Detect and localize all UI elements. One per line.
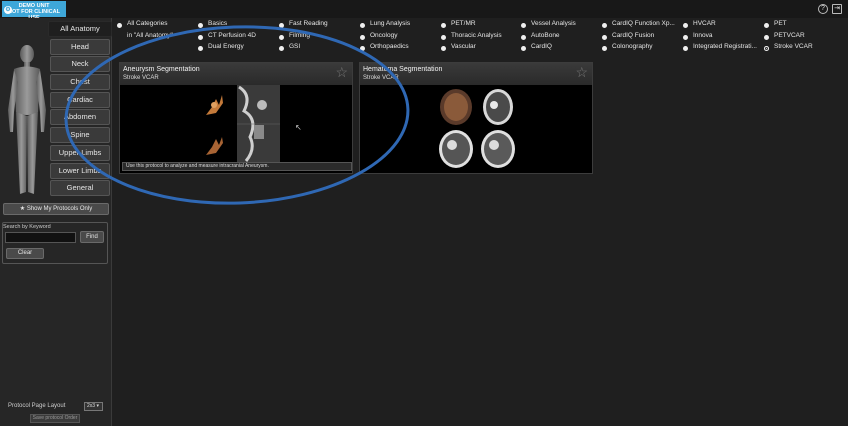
category-label[interactable]: PETVCAR: [774, 32, 805, 39]
help-icon[interactable]: ?: [818, 4, 828, 14]
search-input[interactable]: [5, 232, 76, 243]
category-radio[interactable]: [279, 46, 284, 51]
category-radio[interactable]: [279, 23, 284, 28]
category-label[interactable]: Innova: [693, 32, 713, 39]
card-title: Aneurysm Segmentation: [123, 66, 200, 73]
category-label[interactable]: Filming: [289, 32, 310, 39]
category-radio[interactable]: [279, 35, 284, 40]
show-my-protocols-button[interactable]: ★ Show My Protocols Only: [3, 203, 109, 215]
body-figure-icon: [8, 45, 46, 194]
layout-select-value: 2x3: [87, 403, 96, 409]
category-radio[interactable]: [764, 35, 769, 40]
card-subtitle: Stroke VCAR: [123, 75, 159, 81]
demo-badge: ⚙ DEMO UNIT NOT FOR CLINICAL USE: [2, 1, 66, 21]
favorite-star-icon[interactable]: ☆: [575, 65, 588, 79]
category-radio[interactable]: [521, 46, 526, 51]
category-label[interactable]: Thoracic Analysis: [451, 32, 502, 39]
category-label[interactable]: PET/MR: [451, 20, 476, 27]
category-radio[interactable]: [441, 23, 446, 28]
category-label[interactable]: Fast Reading: [289, 20, 328, 27]
category-label[interactable]: All Categories: [127, 20, 167, 27]
category-radio[interactable]: [683, 35, 688, 40]
category-label[interactable]: CardIQ Function Xp...: [612, 20, 675, 27]
category-label[interactable]: AutoBone: [531, 32, 560, 39]
card-title: Hematoma Segmentation: [363, 66, 443, 73]
demo-icon: ⚙: [4, 6, 12, 14]
category-radio[interactable]: [441, 46, 446, 51]
category-radio[interactable]: [602, 46, 607, 51]
category-label[interactable]: CT Perfusion 4D: [208, 32, 256, 39]
card-description: Use this protocol to analyze and measure…: [122, 162, 352, 171]
category-label[interactable]: Basics: [208, 20, 227, 27]
tab-spine[interactable]: Spine: [50, 127, 110, 143]
find-button[interactable]: Find: [80, 231, 104, 243]
category-label[interactable]: Oncology: [370, 32, 397, 39]
mouse-cursor-icon: ↖: [295, 123, 302, 132]
category-radio[interactable]: [683, 46, 688, 51]
tab-chest[interactable]: Chest: [50, 74, 110, 90]
category-label[interactable]: PET: [774, 20, 787, 27]
category-radio[interactable]: [521, 23, 526, 28]
category-radio[interactable]: [360, 35, 365, 40]
category-label[interactable]: CardIQ Fusion: [612, 32, 654, 39]
category-radio[interactable]: [764, 46, 769, 51]
category-radio[interactable]: [602, 23, 607, 28]
category-radio[interactable]: [521, 35, 526, 40]
tab-abdomen[interactable]: Abdomen: [50, 109, 110, 125]
card-header: Hematoma Segmentation Stroke VCAR ☆: [360, 63, 592, 85]
category-label[interactable]: Lung Analysis: [370, 20, 410, 27]
favorite-star-icon[interactable]: ☆: [335, 65, 348, 79]
category-radio[interactable]: [360, 23, 365, 28]
show-my-protocols-label: Show My Protocols Only: [26, 206, 93, 212]
protocol-card-aneurysm[interactable]: Aneurysm Segmentation Stroke VCAR ☆ ↖ Us…: [119, 62, 353, 174]
top-bar: ⚙ DEMO UNIT NOT FOR CLINICAL USE ? ⇥: [0, 0, 848, 21]
layout-select[interactable]: 2x3 ▾: [84, 402, 103, 411]
category-label[interactable]: Orthopaedics: [370, 43, 409, 50]
search-label: Search by Keyword: [3, 224, 51, 230]
category-label[interactable]: Colonography: [612, 43, 652, 50]
category-label[interactable]: Dual Energy: [208, 43, 244, 50]
category-radio[interactable]: [683, 23, 688, 28]
exit-icon[interactable]: ⇥: [832, 4, 842, 14]
category-radio[interactable]: [198, 46, 203, 51]
tab-neck[interactable]: Neck: [50, 56, 110, 72]
category-radio[interactable]: [441, 35, 446, 40]
category-label[interactable]: Integrated Registrati...: [693, 43, 757, 50]
tab-cardiac[interactable]: Cardiac: [50, 92, 110, 108]
tab-lower-limbs[interactable]: Lower Limbs: [50, 163, 110, 179]
category-label[interactable]: Vessel Analysis: [531, 20, 576, 27]
clear-button[interactable]: Clear: [6, 248, 44, 259]
category-label[interactable]: HVCAR: [693, 20, 716, 27]
category-sub-label: in "All Anatomy": [127, 32, 173, 39]
tab-all-anatomy[interactable]: All Anatomy: [48, 21, 112, 37]
category-radio[interactable]: [198, 35, 203, 40]
save-protocol-order-button[interactable]: Save protocol Order: [30, 414, 80, 423]
category-radio[interactable]: [198, 23, 203, 28]
category-label[interactable]: GSI: [289, 43, 300, 50]
tab-head[interactable]: Head: [50, 39, 110, 55]
aneurysm-preview-image: [192, 85, 282, 163]
hematoma-preview-image: [436, 87, 520, 171]
card-header: Aneurysm Segmentation Stroke VCAR ☆: [120, 63, 352, 85]
category-radio[interactable]: [360, 46, 365, 51]
category-label[interactable]: Stroke VCAR: [774, 43, 813, 50]
protocol-card-hematoma[interactable]: Hematoma Segmentation Stroke VCAR ☆: [359, 62, 593, 174]
category-label[interactable]: Vascular: [451, 43, 476, 50]
layout-label: Protocol Page Layout: [8, 403, 66, 409]
tab-general[interactable]: General: [50, 180, 110, 196]
card-subtitle: Stroke VCAR: [363, 75, 399, 81]
category-radio[interactable]: [764, 23, 769, 28]
category-radio[interactable]: [602, 35, 607, 40]
star-icon: ★: [19, 206, 26, 212]
category-label[interactable]: CardIQ: [531, 43, 552, 50]
category-radio[interactable]: [117, 23, 122, 28]
tab-upper-limbs[interactable]: Upper Limbs: [50, 145, 110, 161]
